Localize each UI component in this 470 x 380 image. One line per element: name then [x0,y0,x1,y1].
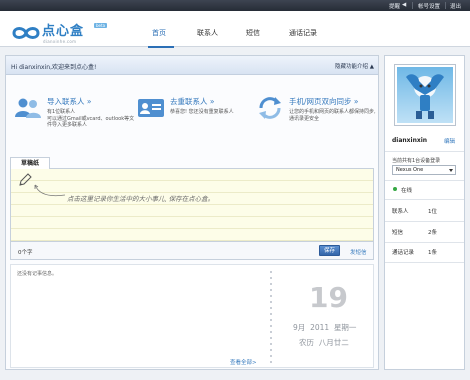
feature-title[interactable]: 手机/网页双向同步 » [289,96,359,107]
save-button[interactable]: 保存 [319,245,340,256]
note-footer: 0个字 保存 发短信 [10,242,374,260]
chevron-right-icon: » [353,97,359,106]
char-count: 0个字 [18,250,33,256]
calendar-month: 9月 [293,323,306,332]
calendar-day: 19 [309,281,348,314]
draft-note: 草稿纸 点击这里记录你生活中的大小事儿, 保存在点心盒。 0个字 保存 发短信 [10,157,374,260]
brand-name[interactable]: 点心盒 [42,20,84,39]
stat-contacts-value: 1位 [428,209,437,215]
online-status: 在线 [401,188,413,194]
main-panel: Hi dianxinxin,欢迎来到点心盒! 隐藏功能介绍 ▲ 导入联系人 » … [5,55,379,370]
pencil-icon [18,173,32,187]
records-panel: 还没有记事信息。 查看全部> 19 9月 2011 星期一 农历 八月廿二 [10,264,374,368]
chevron-right-icon: » [209,97,215,106]
feature-title[interactable]: 去重联系人 » [170,96,214,107]
empty-records-text: 还没有记事信息。 [17,271,58,277]
avatar-image [397,67,453,123]
note-hint: 点击这里记录你生活中的大小事儿, 保存在点心盒。 [67,195,215,203]
contacts-import-icon [14,96,42,120]
divider [445,2,446,9]
nav-sms[interactable]: 短信 [246,28,260,38]
lunar-label: 农历 [299,338,314,347]
nav-call-log[interactable]: 通话记录 [289,28,317,38]
divider [385,262,464,263]
feature-desc: 有1位联系人 可以通过Gmail或vcard、outlook等文件导入更多联系人 [47,109,137,129]
profile-sidebar: dianxinxin 编辑 当前共有1台设备登录 Nexus One 在线 联系… [384,55,465,370]
feature-title-text: 导入联系人 [47,97,85,106]
calendar-date-line: 9月 2011 星期一 [293,322,356,333]
calendar-weekday: 星期一 [333,323,357,332]
welcome-bar: Hi dianxinxin,欢迎来到点心盒! 隐藏功能介绍 ▲ [6,56,378,75]
nav-home[interactable]: 首页 [152,28,166,38]
stat-calls-label[interactable]: 通话记录 [392,248,414,256]
view-all-link[interactable]: 查看全部> [230,358,257,366]
feature-desc-line: 可以通过Gmail或vcard、outlook等文件导入更多联系人 [47,115,135,129]
header: 点心盒 beta dianxinhe.com 首页 联系人 短信 通话记录 [0,11,470,47]
divider [385,151,464,152]
nav-active-indicator [148,46,174,48]
online-status-icon [393,187,397,191]
divider [385,221,464,222]
feature-title[interactable]: 导入联系人 » [47,96,91,107]
username: dianxinxin [392,137,428,144]
contact-card-icon [137,96,165,120]
chevron-down-icon [449,169,453,172]
hide-intro-toggle[interactable]: 隐藏功能介绍 ▲ [335,62,374,70]
divider [385,180,464,181]
brand-domain: dianxinhe.com [43,39,77,44]
chevron-right-icon: » [86,97,92,106]
mascot-icon [406,74,444,119]
avatar[interactable] [394,64,456,126]
device-select[interactable]: Nexus One [392,165,456,175]
feature-desc: 恭喜您! 您还没有重复联系人 [170,109,234,115]
nav-contacts[interactable]: 联系人 [197,28,218,38]
stat-sms-value: 2条 [428,230,437,236]
hide-intro-label: 隐藏功能介绍 [335,64,369,70]
divider [385,242,464,243]
stat-contacts-label[interactable]: 联系人 [392,207,409,215]
reminder-link[interactable]: 提醒 [389,2,400,10]
logo-icon[interactable] [11,24,41,42]
tab-draft[interactable]: 草稿纸 [10,157,50,169]
logout-link[interactable]: 退出 [450,2,461,10]
divider [270,271,272,365]
note-textarea[interactable]: 点击这里记录你生活中的大小事儿, 保存在点心盒。 [10,168,374,242]
send-sms-link[interactable]: 发短信 [350,248,367,256]
feature-title-text: 去重联系人 [170,97,208,106]
top-bar: 提醒 ◀ 帐号设置 退出 [0,0,470,11]
device-count-text: 当前共有1台设备登录 [392,158,441,164]
edit-profile-link[interactable]: 编辑 [444,137,455,145]
feature-title-text: 手机/网页双向同步 [289,97,352,106]
sync-icon [256,96,284,120]
account-settings-link[interactable]: 帐号设置 [418,2,440,10]
triangle-up-icon: ▲ [369,64,374,70]
curved-arrow-icon [34,184,66,197]
stat-sms-label[interactable]: 短信 [392,228,403,236]
lunar-date-line: 农历 八月廿二 [299,337,349,348]
divider [385,199,464,200]
feature-desc: 让您的手机和网页的联系人都保持同步,通讯录更安全 [289,109,376,122]
welcome-text: Hi dianxinxin,欢迎来到点心盒! [11,64,97,71]
bell-icon[interactable]: ◀ [402,2,406,8]
device-select-value: Nexus One [396,167,424,173]
lunar-date: 八月廿二 [318,338,349,347]
calendar-year: 2011 [310,323,330,332]
divider [412,2,413,9]
beta-badge: beta [94,23,108,28]
stat-calls-value: 1条 [428,250,437,256]
